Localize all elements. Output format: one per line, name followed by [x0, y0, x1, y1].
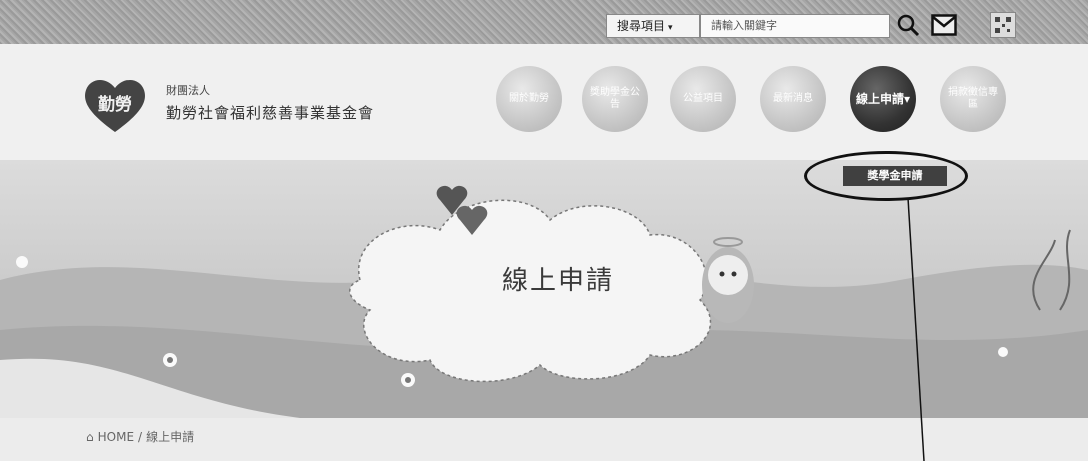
org-name: 勤勞社會福利慈善事業基金會 — [166, 104, 375, 122]
nav-item-online-apply[interactable]: 線上申請 ▾ — [850, 66, 916, 132]
search-category-select[interactable]: 搜尋項目 ▾ — [606, 14, 700, 38]
search-input[interactable]: 請輸入關鍵字 — [700, 14, 890, 38]
nav-item-label: 公益項目 — [683, 93, 723, 104]
logo-text: 勤勞 — [98, 94, 132, 115]
nav-item-about[interactable]: 關於勤勞 — [496, 66, 562, 132]
nav-item-news[interactable]: 最新消息 — [760, 66, 826, 132]
nav-item-scholarship-notice[interactable]: 獎助學金公告 — [582, 66, 648, 132]
breadcrumb-home[interactable]: HOME — [98, 430, 134, 444]
nav-item-label: 線上申請 — [855, 92, 904, 106]
nav-item-label: 獎助學金公告 — [590, 87, 640, 110]
home-icon[interactable]: ⌂ — [86, 430, 94, 444]
logo[interactable]: 勤勞 — [80, 74, 150, 136]
org-subtitle: 財團法人 — [166, 84, 210, 97]
search-icon[interactable] — [892, 10, 924, 40]
nav-item-charity[interactable]: 公益項目 — [670, 66, 736, 132]
mail-icon[interactable] — [928, 10, 960, 40]
chevron-down-icon: ▾ — [903, 92, 911, 106]
nav-item-donation[interactable]: 捐款徵信專區 — [940, 66, 1006, 132]
qr-code-icon[interactable] — [990, 12, 1016, 38]
search-category-label: 搜尋項目 — [617, 19, 666, 33]
top-bar: 搜尋項目 ▾ 請輸入關鍵字 — [0, 0, 1088, 44]
nav-item-label: 捐款徵信專區 — [948, 87, 998, 110]
annotation-circle — [804, 151, 968, 201]
breadcrumb-separator: / — [138, 430, 143, 444]
site-header: 勤勞 財團法人 勤勞社會福利慈善事業基金會 關於勤勞 獎助學金公告 公益項目 最… — [0, 44, 1088, 160]
nav-item-label: 關於勤勞 — [509, 93, 549, 104]
chevron-down-icon: ▾ — [668, 23, 673, 33]
breadcrumb: ⌂ HOME / 線上申請 — [86, 428, 198, 445]
breadcrumb-current: 線上申請 — [146, 430, 195, 444]
nav-item-label: 最新消息 — [773, 93, 813, 104]
annotation-line — [907, 198, 925, 461]
banner-title: 線上申請 — [501, 266, 614, 296]
